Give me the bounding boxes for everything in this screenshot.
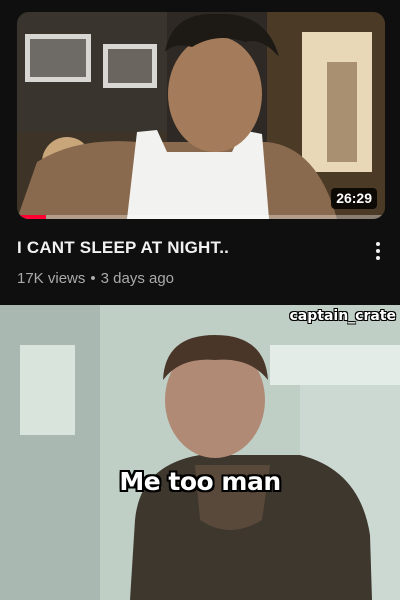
thumbnail-image: [17, 12, 385, 219]
meme-caption: Me too man: [119, 467, 281, 496]
watch-progress-bar: [17, 215, 385, 219]
video-card[interactable]: 26:29 I CANT SLEEP AT NIGHT.. 17K views •…: [0, 0, 400, 305]
more-vertical-icon: [376, 249, 380, 253]
meta-separator: •: [90, 270, 96, 287]
upload-age: 3 days ago: [100, 270, 175, 287]
duration-badge: 26:29: [331, 188, 377, 209]
video-title[interactable]: I CANT SLEEP AT NIGHT..: [17, 238, 337, 258]
watermark-text: captain_crate: [289, 308, 396, 324]
video-metadata: 17K views • 3 days ago: [17, 270, 174, 287]
more-vertical-icon: [376, 256, 380, 260]
meme-image: captain_crate Me too man: [0, 305, 400, 600]
view-count: 17K views: [17, 270, 86, 287]
video-thumbnail[interactable]: 26:29: [17, 12, 385, 219]
meme-scene: [0, 305, 400, 600]
more-options-button[interactable]: [368, 238, 388, 264]
watch-progress-fill: [17, 215, 47, 219]
more-vertical-icon: [376, 242, 380, 246]
